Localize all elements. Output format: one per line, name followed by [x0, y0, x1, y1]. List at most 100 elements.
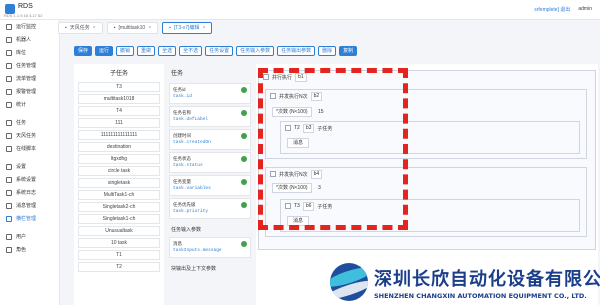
subtask-item[interactable]: MultiTask1-ch: [78, 190, 160, 200]
subtask-item[interactable]: T4: [78, 106, 160, 116]
repeat-block-2-checkbox[interactable]: [270, 171, 276, 177]
subtask-block-1-badge: b3: [302, 123, 315, 133]
sidebar-item[interactable]: 横栏管理: [0, 212, 59, 225]
subtask-item[interactable]: Singletask1-ch: [78, 214, 160, 224]
toolbar-button[interactable]: 保存: [74, 46, 93, 56]
sidebar: 运行监控 机器人 库位 任务管理流单管理报警管理 统计任务 天风任务 在线脚本设置系统设置系…: [0, 20, 60, 305]
sidebar-item-label: 流单管理: [16, 76, 37, 82]
subtask-block-2-message[interactable]: 消息: [287, 216, 310, 226]
subtask-block-2-header: T3 b6 子任务: [285, 201, 332, 211]
task-property-card[interactable]: 任务变量 task.variables: [169, 175, 251, 196]
task-property-code: task.id: [173, 94, 192, 99]
sidebar-item[interactable]: 系统设置: [0, 173, 59, 186]
subtask-block-2[interactable]: T3 b6 子任务 消息: [280, 199, 580, 232]
subtask-item[interactable]: circle task: [78, 166, 160, 176]
toolbar-button[interactable]: 任务输出参数: [277, 46, 316, 56]
sidebar-item[interactable]: 系统日志: [0, 186, 59, 199]
add-icon[interactable]: [241, 133, 247, 139]
subtask-block-1-checkbox[interactable]: [285, 125, 291, 131]
company-logo: [330, 263, 368, 301]
subtask-item[interactable]: ltgxdhg: [78, 154, 160, 164]
sidebar-item-label: 系统设置: [16, 177, 37, 183]
close-icon[interactable]: ×: [202, 23, 205, 34]
subtask-item[interactable]: T1: [78, 250, 160, 260]
sidebar-item[interactable]: 报警管理: [0, 85, 59, 98]
subtask-item[interactable]: T3: [78, 82, 160, 92]
sidebar-item[interactable]: 任务: [0, 116, 59, 129]
sidebar-item[interactable]: 用户: [0, 230, 59, 243]
subtask-item[interactable]: 111111111111111: [78, 130, 160, 140]
task-property-card[interactable]: 任务状态 task.status: [169, 152, 251, 173]
monitor-icon: [6, 23, 12, 30]
flow-icon: [6, 75, 12, 82]
repeat-block-1-checkbox[interactable]: [270, 93, 276, 99]
sidebar-item[interactable]: 任务管理: [0, 59, 59, 72]
toolbar-button[interactable]: 任务设置: [205, 46, 234, 56]
repeat-count-value-1[interactable]: 15: [318, 109, 324, 115]
sidebar-item[interactable]: 角色: [0, 243, 59, 256]
parallel-block-badge: b1: [295, 72, 307, 82]
tab[interactable]: ▪ [multitask10 ×: [106, 22, 159, 34]
message-icon: [6, 202, 12, 209]
task-property-card[interactable]: 任务名称 task.defLabel: [169, 106, 251, 127]
subtask-item[interactable]: Singletask2-ch: [78, 202, 160, 212]
close-icon[interactable]: ×: [93, 23, 96, 34]
tab[interactable]: ▪ [T3-v7]编辑 ×: [162, 22, 213, 34]
add-icon[interactable]: [241, 241, 247, 247]
sidebar-item[interactable]: 流单管理: [0, 72, 59, 85]
task-property-card[interactable]: 任务优先级 task.priority: [169, 198, 251, 219]
parallel-block-checkbox[interactable]: [263, 74, 269, 80]
repeat-block-2[interactable]: 并发执行N次 b4 *次数 (N<100) 3 T3 b6 子任务 消息: [265, 167, 587, 237]
subtask-item[interactable]: destination: [78, 142, 160, 152]
tab-label: [T3-v7]编辑: [173, 24, 200, 31]
repeat-block-1[interactable]: 并发执行N次 b2 *次数 (N<100) 15 T2 b3 子任务 消息: [265, 89, 587, 159]
add-icon[interactable]: [241, 202, 247, 208]
parallel-block[interactable]: 并行执行 b1 并发执行N次 b2 *次数 (N<100) 15 T2 b3 子…: [258, 70, 596, 250]
sidebar-item[interactable]: 天风任务: [0, 129, 59, 142]
subtask-block-1[interactable]: T2 b3 子任务 消息: [280, 121, 580, 154]
sidebar-item[interactable]: 机器人: [0, 33, 59, 46]
tab[interactable]: ▪ 天风任务 ×: [58, 22, 103, 34]
sidebar-item-label: 系统日志: [16, 190, 37, 196]
subtask-item[interactable]: 10 task: [78, 238, 160, 248]
sidebar-item[interactable]: 在线脚本: [0, 142, 59, 155]
sidebar-item[interactable]: 库位: [0, 46, 59, 59]
add-icon[interactable]: [241, 179, 247, 185]
subtask-item[interactable]: singletask: [78, 178, 160, 188]
toolbar-button[interactable]: 撤销: [116, 46, 135, 56]
version-label: RDS 1.1.9.16 4.17.52: [4, 13, 43, 18]
toolbar-button[interactable]: 复制: [339, 46, 358, 56]
input-param-card[interactable]: 消息 taskInputs.message: [169, 237, 251, 258]
logout-link[interactable]: srfemplete] 退出: [534, 6, 570, 13]
task-properties-title: 任务: [171, 71, 184, 77]
close-icon[interactable]: ×: [148, 23, 151, 34]
toolbar-button[interactable]: 任务输入参数: [236, 46, 275, 56]
subtask-block-2-checkbox[interactable]: [285, 203, 291, 209]
add-icon[interactable]: [241, 87, 247, 93]
toolbar-button[interactable]: 重做: [137, 46, 156, 56]
subtask-item[interactable]: 111: [78, 118, 160, 128]
toolbar-button[interactable]: 删除: [318, 46, 337, 56]
toolbar-button[interactable]: 全选: [158, 46, 177, 56]
toolbar-button[interactable]: 运行: [95, 46, 114, 56]
sidebar-item[interactable]: 运行监控: [0, 20, 59, 33]
task-property-card[interactable]: 创建时间 task.createdOn: [169, 129, 251, 150]
user-menu[interactable]: admin: [578, 6, 592, 13]
subtask-block-1-name: T2: [294, 125, 300, 131]
subtask-item[interactable]: Unusualtask: [78, 226, 160, 236]
subtask-item[interactable]: multitask1018: [78, 94, 160, 104]
sidebar-item[interactable]: 设置: [0, 160, 59, 173]
subtask-item[interactable]: T2: [78, 262, 160, 272]
sidebar-item[interactable]: 消息管理: [0, 199, 59, 212]
task-property-card[interactable]: 任务id task.id: [169, 83, 251, 104]
subtask-block-1-message[interactable]: 消息: [287, 138, 310, 148]
log-icon: [6, 189, 12, 196]
toolbar-button[interactable]: 全不选: [179, 46, 203, 56]
task-property-code: task.priority: [173, 209, 209, 214]
add-icon[interactable]: [241, 156, 247, 162]
add-icon[interactable]: [241, 110, 247, 116]
sidebar-item[interactable]: 统计: [0, 98, 59, 111]
sidebar-item-label: 设置: [16, 164, 27, 170]
sidebar-item-label: 横栏管理: [16, 216, 37, 222]
repeat-count-value-2[interactable]: 3: [318, 185, 321, 191]
